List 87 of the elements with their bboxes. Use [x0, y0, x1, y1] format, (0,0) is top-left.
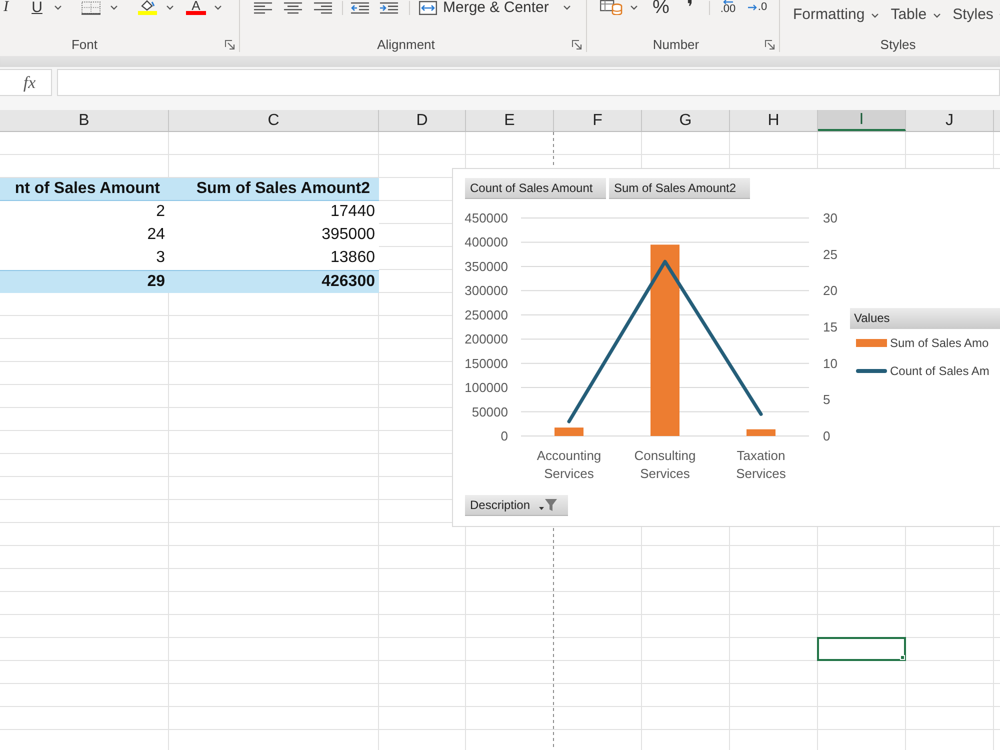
axis-label: 25 — [823, 246, 838, 262]
legend-label: Sum of Sales Amo — [890, 336, 989, 350]
pivot-row-cell: 2 — [0, 201, 169, 224]
column-header[interactable]: J — [906, 110, 994, 131]
column-header[interactable]: C — [169, 110, 379, 131]
fill-color-icon[interactable] — [137, 0, 158, 15]
pivot-header-cell: Sum of Sales Amount2 — [169, 178, 379, 201]
italic-button[interactable]: I — [0, 0, 12, 15]
merge-button[interactable]: Merge & Center — [416, 0, 552, 15]
align-left-icon[interactable] — [254, 2, 272, 14]
column-header[interactable]: B — [0, 110, 169, 131]
axis-label: 15 — [823, 320, 838, 334]
column-header[interactable]: F — [554, 110, 642, 131]
group-label: Font — [71, 37, 98, 52]
function-button[interactable]: fx — [0, 69, 52, 96]
increase-decimal-button[interactable]: .00 — [716, 0, 740, 15]
axis-label: 150000 — [464, 356, 508, 371]
percent-button[interactable]: % — [650, 0, 672, 15]
axis-label: 400000 — [464, 234, 508, 250]
axis-label: 50000 — [472, 404, 508, 420]
axis-label: 100000 — [464, 380, 508, 396]
filter-dropdown-icon — [538, 498, 558, 512]
group-label: Alignment — [377, 37, 435, 52]
style-menu-button[interactable]: Styles — [952, 6, 1000, 24]
legend-title: Values — [850, 308, 1000, 329]
axis-field-button[interactable]: Description — [465, 495, 568, 516]
axis-label: 200000 — [464, 332, 508, 347]
fill-handle[interactable] — [900, 655, 905, 660]
chart-area[interactable] — [452, 168, 1000, 527]
pivot-total-cell: 29 — [0, 270, 169, 293]
axis-label: 20 — [823, 283, 838, 298]
comma-style-button[interactable]: ❜ — [683, 0, 697, 15]
borders-icon[interactable] — [81, 0, 101, 14]
caret-icon[interactable] — [562, 5, 571, 10]
active-cell[interactable] — [817, 637, 906, 661]
font-color-button[interactable]: A — [186, 0, 206, 15]
axis-label: 10 — [823, 356, 838, 371]
category-label: Taxation Services — [736, 448, 786, 481]
increase-indent-icon[interactable] — [380, 2, 398, 14]
axis-label: 0 — [823, 428, 830, 444]
merge-cells-icon — [419, 0, 437, 14]
pivot-total-cell: 426300 — [169, 270, 379, 293]
field-button[interactable]: Sum of Sales Amount2 — [609, 178, 750, 199]
left-arrow-icon — [723, 0, 733, 4]
dialog-launcher-icon[interactable] — [225, 40, 235, 50]
pivot-header-cell: nt of Sales Amount — [0, 178, 169, 201]
group-label: Number — [652, 37, 700, 52]
number-format-icon[interactable] — [600, 0, 623, 15]
axis-label: 0 — [500, 428, 508, 444]
align-right-icon[interactable] — [314, 2, 332, 14]
caret-icon — [932, 12, 941, 18]
style-menu-button[interactable]: Formatting — [793, 6, 879, 24]
axis-label: 5 — [823, 392, 830, 408]
group-label: Styles — [880, 37, 916, 52]
dialog-launcher-icon[interactable] — [572, 40, 582, 50]
dialog-launcher-icon[interactable] — [765, 40, 775, 50]
pivot-row-cell: 395000 — [169, 224, 379, 247]
formula-input[interactable] — [57, 69, 1000, 96]
legend-label: Count of Sales Am — [890, 364, 990, 378]
pivot-row-cell: 24 — [0, 224, 169, 247]
decrease-indent-icon[interactable] — [351, 2, 369, 14]
align-center-icon[interactable] — [284, 2, 302, 14]
field-button[interactable]: Count of Sales Amount — [465, 178, 606, 199]
underline-button[interactable]: U — [29, 0, 45, 15]
pivot-row-cell: 17440 — [169, 201, 379, 224]
right-arrow-icon — [748, 4, 757, 11]
decrease-decimal-button[interactable]: .0 — [745, 0, 770, 15]
column-header[interactable]: G — [642, 110, 730, 131]
category-label: Accounting Services — [536, 448, 602, 481]
column-header[interactable]: E — [466, 110, 554, 131]
caret-icon[interactable] — [214, 5, 222, 10]
pivot-row-cell: 13860 — [169, 247, 379, 270]
caret-icon[interactable] — [54, 5, 62, 10]
column-header[interactable]: I — [818, 110, 906, 131]
axis-label: 350000 — [464, 258, 508, 274]
caret-icon[interactable] — [630, 5, 638, 10]
caret-icon — [870, 12, 879, 18]
axis-label: 30 — [823, 210, 838, 226]
column-header[interactable]: D — [379, 110, 466, 131]
style-menu-button[interactable]: Table — [890, 6, 941, 24]
caret-icon[interactable] — [166, 5, 174, 10]
category-label: Consulting Services — [634, 448, 696, 481]
axis-label: 450000 — [464, 210, 508, 226]
axis-label: 300000 — [464, 283, 508, 298]
caret-icon[interactable] — [110, 5, 118, 10]
pivot-row-cell: 3 — [0, 247, 169, 270]
axis-label: 250000 — [464, 307, 508, 322]
